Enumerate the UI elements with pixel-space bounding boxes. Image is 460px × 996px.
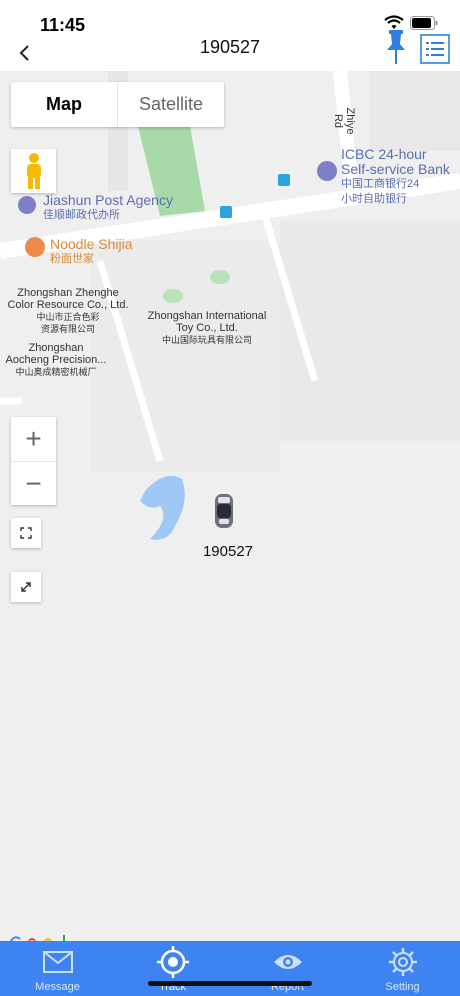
status-time: 11:45 bbox=[40, 15, 86, 35]
map-view[interactable]: Zhiye Rd ICBC 24-hour Self-service Bank … bbox=[0, 71, 460, 941]
wifi-icon bbox=[384, 15, 404, 29]
vehicle-marker-icon[interactable] bbox=[212, 493, 236, 529]
expand-button[interactable] bbox=[11, 572, 41, 602]
fullscreen-button[interactable] bbox=[11, 518, 41, 548]
pin-icon[interactable] bbox=[383, 30, 409, 66]
map-type-map-button[interactable]: Map bbox=[11, 82, 118, 127]
status-icons bbox=[384, 15, 438, 30]
tab-report[interactable]: Report bbox=[230, 941, 345, 996]
home-indicator bbox=[148, 981, 312, 986]
street-label: Zhiye Rd bbox=[332, 107, 356, 135]
tab-bar: Message Track Report Setting bbox=[0, 941, 460, 996]
pegman-icon bbox=[26, 153, 41, 189]
map-type-control: Map Satellite bbox=[11, 82, 224, 127]
tab-track[interactable]: Track bbox=[115, 941, 230, 996]
aocheng-label: Zhongshan Aocheng Precision... 中山奥成精密机械厂 bbox=[5, 342, 107, 377]
street-view-button[interactable] bbox=[11, 149, 56, 193]
icbc-label: ICBC 24-hour Self-service Bank 中国工商银行24 … bbox=[341, 146, 450, 206]
fullscreen-icon bbox=[20, 527, 32, 539]
nav-bar: 190527 bbox=[0, 30, 460, 71]
zoom-out-button[interactable]: − bbox=[11, 462, 56, 506]
tab-message-label: Message bbox=[35, 981, 80, 993]
tab-setting[interactable]: Setting bbox=[345, 941, 460, 996]
eye-icon bbox=[272, 947, 304, 977]
google-logo-icon bbox=[9, 935, 65, 941]
envelope-icon bbox=[42, 947, 74, 977]
target-icon bbox=[156, 946, 189, 978]
tab-message[interactable]: Message bbox=[0, 941, 115, 996]
zoom-control: + − bbox=[11, 417, 56, 505]
post-agency-label: Jiashun Post Agency 佳顺邮政代办所 bbox=[43, 192, 173, 222]
tab-setting-label: Setting bbox=[385, 981, 420, 993]
map-type-satellite-button[interactable]: Satellite bbox=[118, 82, 224, 127]
gear-icon bbox=[387, 947, 419, 977]
list-icon[interactable] bbox=[420, 34, 450, 64]
zhenghe-label: Zhongshan Zhenghe Color Resource Co., Lt… bbox=[7, 287, 129, 334]
zoom-in-button[interactable]: + bbox=[11, 417, 56, 462]
noodle-label: Noodle Shijia 粉面世家 bbox=[50, 236, 133, 266]
vehicle-label: 190527 bbox=[202, 543, 254, 560]
expand-icon bbox=[21, 582, 31, 592]
toy-co-label: Zhongshan International Toy Co., Ltd. 中山… bbox=[147, 310, 267, 345]
battery-icon bbox=[410, 15, 438, 30]
